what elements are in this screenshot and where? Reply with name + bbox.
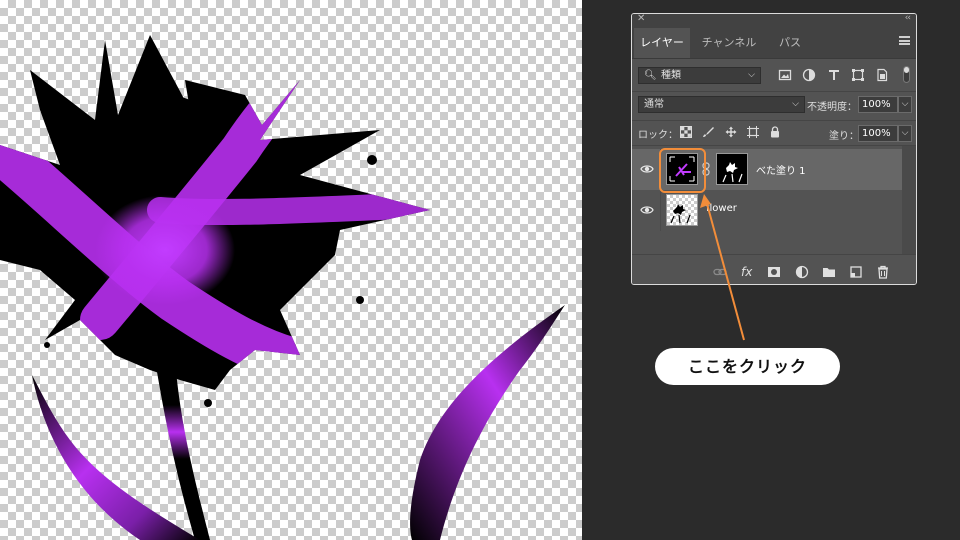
divider [632, 91, 916, 92]
callout-label: ここをクリック [655, 348, 840, 385]
tab-paths[interactable]: パス [774, 28, 806, 58]
filter-pixel-icon[interactable] [778, 68, 792, 82]
link-icon[interactable] [713, 265, 727, 279]
filter-shape-icon[interactable] [851, 68, 865, 82]
filter-adjustment-icon[interactable] [802, 68, 816, 82]
search-icon: 🔍︎ [644, 70, 657, 81]
panel-titlebar: ✕ ‹‹ [632, 14, 916, 28]
layer-filter-select[interactable]: 🔍︎ 種類 ⌵ [638, 67, 761, 84]
filter-smart-object-icon[interactable] [875, 68, 889, 82]
lock-transparent-pixels-icon[interactable] [680, 126, 692, 138]
panel-menu-icon[interactable] [899, 36, 910, 45]
tab-layers[interactable]: レイヤー [634, 28, 690, 58]
divider [660, 190, 661, 231]
image-thumbnail-icon [670, 204, 691, 224]
lock-position-icon[interactable] [725, 126, 737, 138]
layer-row-flower[interactable]: flower [632, 190, 902, 231]
adjustment-icon[interactable] [795, 265, 809, 279]
opacity-dropdown-button[interactable]: ⌵ [898, 96, 912, 113]
lock-all-icon[interactable] [769, 126, 781, 138]
layer-filter-label: 種類 [661, 70, 681, 81]
lock-label: ロック： [638, 130, 678, 141]
mask-icon[interactable] [767, 265, 781, 279]
fill-label: 塗り： [829, 131, 859, 142]
lock-artboard-icon[interactable] [747, 126, 759, 138]
panel-bottom-bar: fx [632, 254, 916, 284]
layer-name: べた塗り 1 [756, 166, 806, 177]
filter-toggle[interactable] [903, 66, 910, 83]
blend-mode-value: 通常 [644, 99, 664, 110]
panel-tabs: レイヤー チャンネル パス [632, 28, 916, 59]
chevron-down-icon: ⌵ [792, 99, 799, 109]
folder-icon[interactable] [822, 265, 836, 279]
layers-scrollbar[interactable] [902, 146, 916, 254]
mask-thumbnail-icon [722, 162, 743, 183]
fill-input[interactable]: 100% [858, 125, 898, 142]
opacity-label: 不透明度： [807, 102, 857, 113]
trash-icon[interactable] [876, 265, 890, 279]
blend-mode-select[interactable]: 通常 ⌵ [638, 96, 805, 113]
fx-icon[interactable]: fx [741, 265, 759, 279]
collapse-icon[interactable]: ‹‹ [905, 14, 911, 23]
eye-icon[interactable] [640, 163, 654, 175]
chevron-down-icon: ⌵ [748, 70, 755, 80]
eye-icon[interactable] [640, 204, 654, 216]
close-icon[interactable]: ✕ [637, 14, 645, 24]
layer-thumbnail[interactable] [666, 194, 698, 226]
highlight-box [659, 148, 706, 193]
filter-type-icon[interactable] [827, 68, 841, 82]
new-layer-icon[interactable] [849, 265, 863, 279]
fill-dropdown-button[interactable]: ⌵ [898, 125, 912, 142]
flower-artwork [0, 35, 565, 540]
lock-image-pixels-icon[interactable] [702, 126, 714, 138]
document-canvas[interactable] [0, 0, 582, 540]
tab-channels[interactable]: チャンネル [696, 28, 762, 58]
layer-name: flower [706, 203, 737, 214]
layer-mask-thumbnail[interactable] [716, 153, 748, 185]
divider [632, 120, 916, 121]
opacity-input[interactable]: 100% [858, 96, 898, 113]
